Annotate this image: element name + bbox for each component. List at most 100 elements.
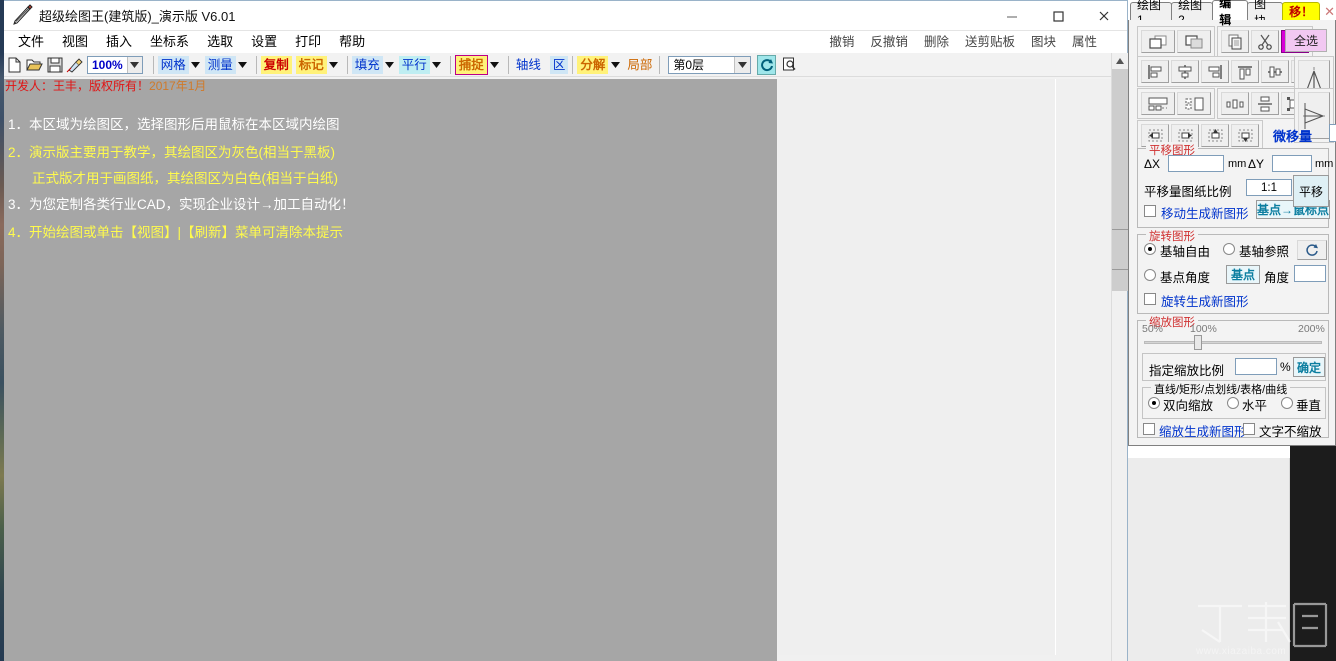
close-panel-icon[interactable]: ✕ (1323, 4, 1336, 20)
chevron-down-icon[interactable] (734, 56, 751, 73)
scale-tick-mid: 100% (1190, 323, 1217, 335)
nudge-down-icon[interactable] (1231, 124, 1259, 147)
space-equal-v-icon[interactable] (1251, 92, 1279, 115)
scale-horizontal-label: 水平 (1242, 399, 1268, 413)
toolbar-decompose-label[interactable]: 分解 (577, 55, 609, 74)
new-file-icon[interactable] (5, 54, 24, 75)
canvas-area: 1．本区域为绘图区，选择图形后用鼠标在本区域内绘图 2．演示版主要用于教学，其绘… (2, 79, 1112, 661)
menu-file[interactable]: 文件 (9, 31, 53, 53)
toolbar-local-label[interactable]: 局部 (624, 56, 655, 74)
align-right-icon[interactable] (1201, 60, 1229, 83)
translate-button[interactable]: 平移 (1293, 175, 1329, 207)
tab-draw1[interactable]: 绘图1 (1130, 0, 1173, 27)
tab-move[interactable]: 移！ (1282, 2, 1321, 20)
scale-slider-track[interactable] (1144, 341, 1322, 344)
align-middle-v-icon[interactable] (1261, 60, 1289, 83)
menu-coordsys[interactable]: 坐标系 (141, 31, 198, 53)
cut-icon[interactable] (1251, 30, 1279, 53)
rotate-icon[interactable] (1297, 240, 1327, 260)
toolbar-zone-label[interactable]: 区 (549, 55, 569, 74)
rotate-free-radio[interactable] (1144, 243, 1156, 255)
decompose-dropdown-icon[interactable] (608, 57, 622, 73)
save-disk-icon[interactable] (45, 54, 64, 75)
scrollbar-thumb[interactable] (1112, 69, 1128, 291)
layer-combo[interactable]: 第0层 (668, 55, 752, 74)
distribute-group-a (1137, 88, 1215, 119)
close-button[interactable] (1081, 1, 1127, 31)
canvas-vertical-scrollbar[interactable] (1111, 53, 1128, 661)
align-left-icon[interactable] (1141, 60, 1169, 83)
minimize-button[interactable] (989, 1, 1035, 31)
refresh-icon[interactable] (757, 54, 777, 75)
menu-delete[interactable]: 删除 (916, 31, 957, 53)
fill-dropdown-icon[interactable] (383, 57, 397, 73)
menu-settings[interactable]: 设置 (242, 31, 286, 53)
menu-view[interactable]: 视图 (53, 31, 97, 53)
send-to-back-icon[interactable] (1177, 30, 1211, 53)
select-all-button[interactable]: 全选 (1285, 29, 1327, 52)
snap-dropdown-icon[interactable] (488, 57, 502, 73)
distribute-vertical-icon[interactable] (1177, 92, 1211, 115)
toolbar-mark-label[interactable]: 标记 (295, 55, 327, 74)
translate-ratio-value[interactable]: 1:1 (1246, 179, 1292, 196)
space-equal-h-icon[interactable] (1221, 92, 1249, 115)
menu-select[interactable]: 选取 (198, 31, 242, 53)
nudge-up-icon[interactable] (1201, 124, 1229, 147)
scale-slider-thumb[interactable] (1194, 335, 1202, 350)
copy-icon[interactable] (1221, 30, 1249, 53)
delta-x-input[interactable] (1168, 155, 1224, 172)
scroll-up-icon[interactable] (1112, 53, 1128, 69)
toolbar-copy-label[interactable]: 复制 (260, 55, 292, 74)
menu-help[interactable]: 帮助 (330, 31, 374, 53)
bring-to-front-icon[interactable] (1141, 30, 1175, 53)
zoom-combo[interactable]: 100% (87, 55, 143, 74)
scale-ratio-input[interactable] (1235, 358, 1277, 375)
grid-dropdown-icon[interactable] (189, 57, 203, 73)
rotate-angle-input[interactable] (1294, 265, 1326, 282)
chevron-down-icon[interactable] (126, 56, 142, 73)
parallel-dropdown-icon[interactable] (430, 57, 444, 73)
mark-dropdown-icon[interactable] (327, 57, 341, 73)
rotate-basepoint-button[interactable]: 基点 (1226, 265, 1260, 284)
toolbar-axis-label[interactable]: 轴线 (513, 56, 544, 74)
layer-value: 第0层 (673, 58, 705, 72)
toolbar-fill-label[interactable]: 填充 (351, 55, 383, 74)
menu-properties[interactable]: 属性 (1064, 31, 1105, 53)
drawing-canvas[interactable]: 1．本区域为绘图区，选择图形后用鼠标在本区域内绘图 2．演示版主要用于教学，其绘… (2, 79, 777, 661)
translate-new-shape-checkbox[interactable] (1144, 205, 1156, 217)
menu-undo[interactable]: 撤销 (821, 31, 862, 53)
rotate-ref-radio[interactable] (1223, 243, 1235, 255)
menu-redo[interactable]: 反撤销 (862, 31, 916, 53)
distribute-horizontal-icon[interactable] (1141, 92, 1175, 115)
menu-print[interactable]: 打印 (286, 31, 330, 53)
rotate-new-shape-checkbox[interactable] (1144, 293, 1156, 305)
menu-insert[interactable]: 插入 (97, 31, 141, 53)
menu-block[interactable]: 图块 (1023, 31, 1064, 53)
tab-block[interactable]: 图块 (1247, 0, 1284, 28)
align-top-icon[interactable] (1231, 60, 1259, 83)
maximize-button[interactable] (1035, 1, 1081, 31)
format-painter-icon[interactable] (65, 54, 84, 75)
print-preview-icon[interactable] (780, 54, 800, 75)
scale-new-shape-label: 缩放生成新图形 (1159, 425, 1247, 439)
scale-vertical-radio[interactable] (1281, 397, 1293, 409)
align-center-h-icon[interactable] (1171, 60, 1199, 83)
open-folder-icon[interactable] (25, 54, 44, 75)
scale-both-radio[interactable] (1148, 397, 1160, 409)
rotate-angle-radio[interactable] (1144, 269, 1156, 281)
toolbar-parallel-label[interactable]: 平行 (398, 55, 430, 74)
no-text-scale-checkbox[interactable] (1243, 423, 1255, 435)
menu-clipboard[interactable]: 送剪贴板 (957, 31, 1023, 53)
tab-edit[interactable]: 编辑 (1212, 0, 1249, 27)
toolbar-grid-label[interactable]: 网格 (157, 55, 189, 74)
toolbar-snap-label[interactable]: 捕捉 (454, 54, 488, 75)
measure-dropdown-icon[interactable] (236, 57, 250, 73)
delta-y-input[interactable] (1272, 155, 1312, 172)
scale-confirm-button[interactable]: 确定 (1293, 357, 1325, 377)
tab-draw2[interactable]: 绘图2 (1171, 0, 1214, 27)
nudge-amount-combo[interactable]: 1 (1329, 124, 1336, 142)
scale-horizontal-radio[interactable] (1227, 397, 1239, 409)
right-panel: 绘图1 绘图2 编辑 图块 移！ ✕ (1128, 0, 1336, 661)
toolbar-measure-label[interactable]: 测量 (204, 55, 236, 74)
scale-new-shape-checkbox[interactable] (1143, 423, 1155, 435)
